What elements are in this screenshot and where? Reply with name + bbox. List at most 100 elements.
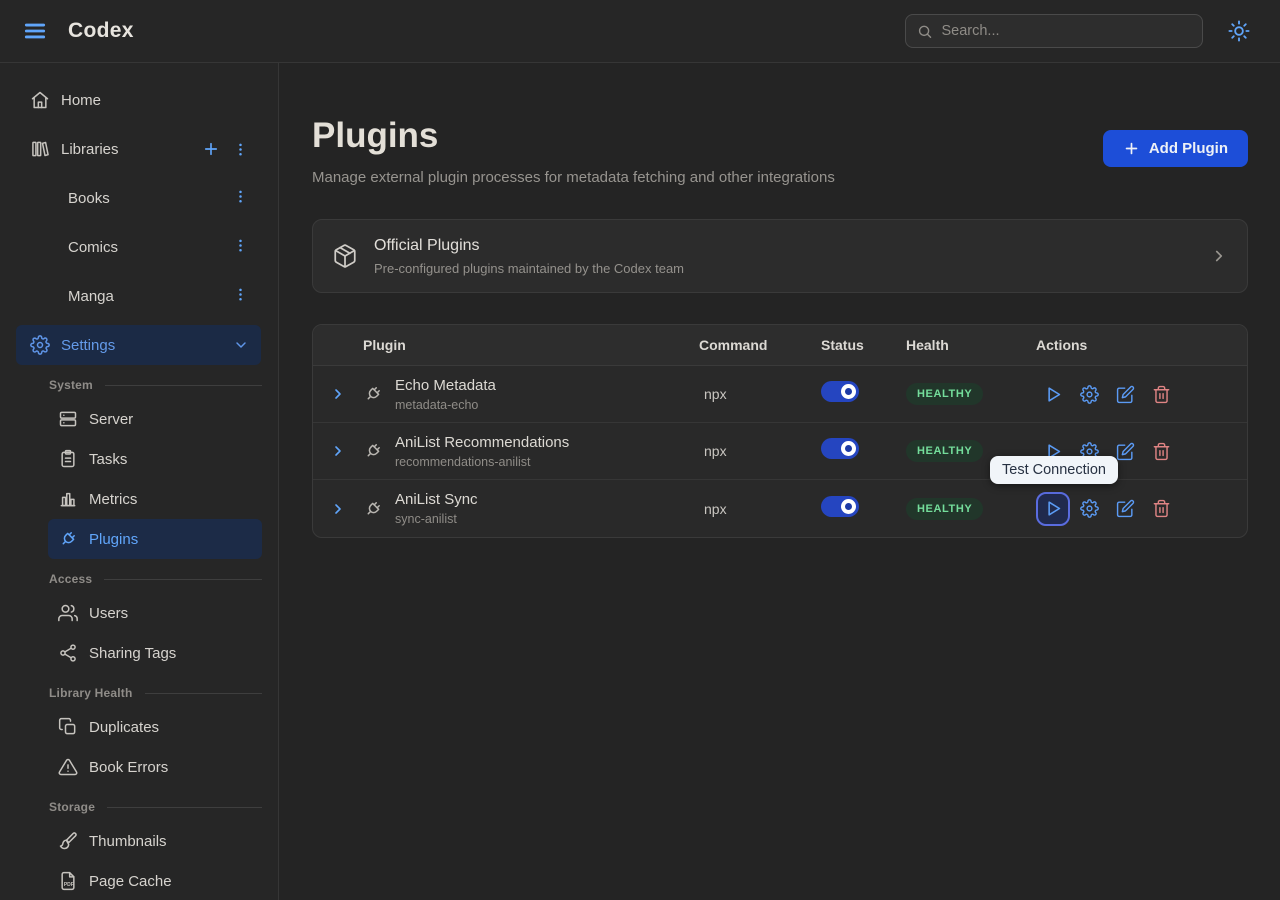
section-label-system: System	[0, 378, 262, 392]
plus-icon	[202, 140, 220, 158]
chevron-right-icon	[330, 443, 346, 459]
kebab-icon	[233, 238, 248, 253]
column-header-health: Health	[906, 337, 1036, 353]
bar-chart-icon	[58, 489, 78, 509]
configure-button[interactable]	[1072, 492, 1106, 526]
sidebar-item-label: Users	[89, 605, 128, 622]
edit-icon	[1116, 499, 1135, 518]
sidebar-item-plugins[interactable]: Plugins	[48, 519, 262, 559]
table-row: Echo Metadata metadata-echo npx HEALTHY	[313, 366, 1247, 423]
sidebar-item-manga[interactable]: Manga	[0, 276, 278, 316]
trash-icon	[1152, 499, 1171, 518]
sidebar-item-book-errors[interactable]: Book Errors	[48, 747, 262, 787]
sidebar-item-label: Home	[61, 92, 101, 109]
health-badge: HEALTHY	[906, 440, 983, 462]
sidebar-item-page-cache[interactable]: PDF Page Cache	[48, 861, 262, 900]
sun-icon	[1228, 20, 1250, 42]
sidebar-item-home[interactable]: Home	[0, 80, 278, 120]
libraries-menu-button[interactable]	[233, 142, 248, 157]
package-icon	[332, 243, 358, 269]
configure-button[interactable]	[1072, 377, 1106, 411]
theme-toggle-button[interactable]	[1228, 20, 1250, 42]
sidebar-item-label: Book Errors	[89, 759, 168, 776]
sidebar-item-label: Duplicates	[89, 719, 159, 736]
plug-icon	[58, 529, 78, 549]
plugin-command: npx	[699, 443, 821, 459]
tooltip-test-connection: Test Connection	[990, 456, 1118, 484]
home-icon	[30, 90, 50, 110]
add-library-button[interactable]	[202, 140, 220, 158]
plugin-slug: metadata-echo	[395, 398, 496, 412]
delete-button[interactable]	[1144, 492, 1178, 526]
comics-menu-button[interactable]	[233, 238, 248, 253]
gear-icon	[1080, 499, 1099, 518]
health-badge: HEALTHY	[906, 498, 983, 520]
table-header-row: Plugin Command Status Health Actions	[313, 325, 1247, 366]
sidebar-item-label: Settings	[61, 337, 115, 354]
sidebar-item-settings[interactable]: Settings	[16, 325, 261, 365]
edit-button[interactable]	[1108, 492, 1142, 526]
plugin-slug: recommendations-anilist	[395, 455, 569, 469]
sidebar-item-metrics[interactable]: Metrics	[48, 479, 262, 519]
plus-icon	[1123, 140, 1140, 157]
plug-icon	[363, 441, 383, 461]
books-menu-button[interactable]	[233, 189, 248, 204]
section-divider	[105, 385, 262, 386]
sidebar-item-label: Thumbnails	[89, 833, 167, 850]
sidebar-item-books[interactable]: Books	[0, 178, 278, 218]
expand-row-button[interactable]	[313, 386, 363, 402]
warning-icon	[58, 757, 78, 777]
sidebar-item-sharing-tags[interactable]: Sharing Tags	[48, 633, 262, 673]
plug-icon	[363, 384, 383, 404]
delete-button[interactable]	[1144, 377, 1178, 411]
chevron-right-icon	[330, 386, 346, 402]
expand-row-button[interactable]	[313, 443, 363, 459]
svg-text:PDF: PDF	[64, 882, 74, 888]
plugins-table: Plugin Command Status Health Actions Ech…	[312, 324, 1248, 538]
delete-button[interactable]	[1144, 434, 1178, 468]
test-connection-button[interactable]	[1036, 377, 1070, 411]
server-icon	[58, 409, 78, 429]
search-box[interactable]	[905, 14, 1203, 48]
sidebar-item-libraries[interactable]: Libraries	[0, 129, 278, 169]
column-header-plugin: Plugin	[363, 337, 699, 353]
library-label: Books	[68, 190, 110, 207]
enabled-toggle[interactable]	[821, 438, 859, 459]
page-title: Plugins	[312, 117, 835, 155]
enabled-toggle[interactable]	[821, 381, 859, 402]
menu-button[interactable]	[22, 18, 48, 44]
section-divider	[104, 579, 262, 580]
library-label: Comics	[68, 239, 118, 256]
users-icon	[58, 603, 78, 623]
sidebar-item-label: Server	[89, 411, 133, 428]
search-icon	[917, 23, 932, 40]
sidebar-item-thumbnails[interactable]: Thumbnails	[48, 821, 262, 861]
sidebar-item-comics[interactable]: Comics	[0, 227, 278, 267]
sidebar-item-server[interactable]: Server	[48, 399, 262, 439]
pdf-file-icon: PDF	[58, 871, 78, 891]
gear-icon	[1080, 385, 1099, 404]
plugin-command: npx	[699, 386, 821, 402]
search-input[interactable]	[941, 23, 1191, 39]
sidebar-item-users[interactable]: Users	[48, 593, 262, 633]
plugin-name: AniList Sync	[395, 491, 478, 508]
official-plugins-title: Official Plugins	[374, 237, 684, 255]
add-plugin-button[interactable]: Add Plugin	[1103, 130, 1248, 167]
toggle-knob	[841, 384, 856, 399]
sidebar-item-label: Sharing Tags	[89, 645, 176, 662]
sidebar-item-tasks[interactable]: Tasks	[48, 439, 262, 479]
plugin-slug: sync-anilist	[395, 512, 478, 526]
plug-icon	[363, 499, 383, 519]
manga-menu-button[interactable]	[233, 287, 248, 302]
sidebar-item-duplicates[interactable]: Duplicates	[48, 707, 262, 747]
topbar: Codex	[0, 0, 1280, 63]
enabled-toggle[interactable]	[821, 496, 859, 517]
official-plugins-card[interactable]: Official Plugins Pre-configured plugins …	[312, 219, 1248, 293]
section-divider	[145, 693, 263, 694]
test-connection-button[interactable]	[1036, 492, 1070, 526]
edit-button[interactable]	[1108, 377, 1142, 411]
expand-row-button[interactable]	[313, 501, 363, 517]
page-subtitle: Manage external plugin processes for met…	[312, 169, 835, 186]
library-icon	[30, 139, 50, 159]
plugin-command: npx	[699, 501, 821, 517]
